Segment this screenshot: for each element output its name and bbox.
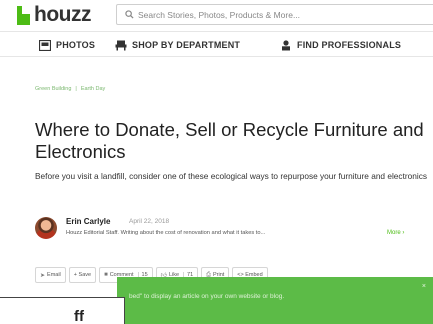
comment-icon: ■ [104,272,108,278]
close-icon[interactable]: × [422,283,426,290]
main-nav: PHOTOS SHOP BY DEPARTMENT FIND PROFESSIO… [0,31,433,57]
email-button[interactable]: ➤ Email [35,267,66,283]
breadcrumb-separator: | [75,86,77,92]
breadcrumb-earth-day[interactable]: Earth Day [81,86,105,92]
author-name[interactable]: Erin Carlyle [66,217,110,226]
breadcrumb-green-building[interactable]: Green Building [35,86,71,92]
author-block: Erin Carlyle April 22, 2018 Houzz Editor… [35,215,433,243]
furniture-icon [115,40,127,51]
article-title: Where to Donate, Sell or Recycle Furnitu… [35,119,424,162]
search-icon[interactable] [120,5,138,24]
embed-tooltip: bed" to display an article on your own w… [117,277,433,324]
save-button[interactable]: + Save [68,267,97,283]
author-more-link[interactable]: More › [387,230,404,236]
author-bio: Houzz Editorial Staff. Writing about the… [66,230,266,236]
nav-shop-label: SHOP BY DEPARTMENT [132,40,241,50]
overlay-panel: ff [0,297,125,324]
article-subtitle: Before you visit a landfill, consider on… [35,171,428,181]
houzz-logo-icon [17,5,30,25]
logo-text: houzz [34,3,91,26]
nav-find-professionals[interactable]: FIND PROFESSIONALS [280,38,401,52]
site-header: houzz [0,0,433,31]
person-icon [280,39,292,51]
nav-photos[interactable]: PHOTOS [38,38,96,52]
search-input[interactable] [138,5,433,24]
browser-frame: houzz PHOTOS [0,0,433,324]
email-label: Email [47,272,61,278]
save-label: + Save [73,272,92,278]
houzz-logo[interactable]: houzz [17,3,91,27]
photos-icon [38,39,52,51]
avatar[interactable] [35,217,57,239]
nav-pros-label: FIND PROFESSIONALS [297,40,402,50]
breadcrumb: Green Building | Earth Day [35,86,105,92]
nav-photos-label: PHOTOS [56,40,96,50]
overlay-text: ff [74,308,84,324]
nav-shop-by-department[interactable]: SHOP BY DEPARTMENT [115,38,240,52]
send-icon: ➤ [40,272,46,279]
author-date: April 22, 2018 [129,218,170,225]
embed-tooltip-text: bed" to display an article on your own w… [129,293,285,300]
search-bar[interactable] [116,4,433,25]
